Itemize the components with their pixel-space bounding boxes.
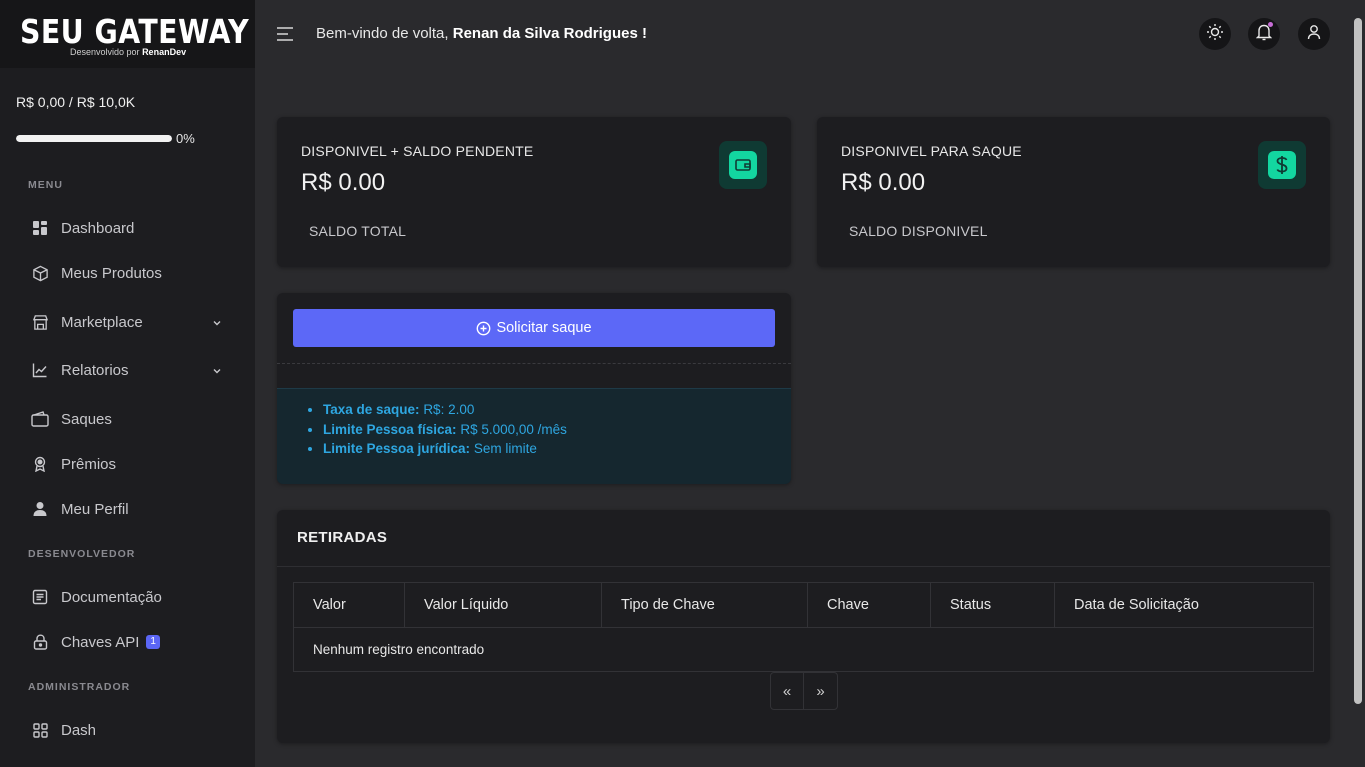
column-header[interactable]: Tipo de Chave	[602, 583, 808, 627]
section-label-desenvolvedor: DESENVOLVEDOR	[28, 548, 136, 560]
plus-circle-icon	[476, 321, 491, 336]
sidebar-item-label: Relatorios	[61, 361, 129, 379]
store-icon	[31, 313, 49, 331]
pagination-prev-button[interactable]: «	[771, 673, 804, 709]
sidebar-item-label: Meus Produtos	[61, 264, 162, 282]
column-header[interactable]: Chave	[808, 583, 931, 627]
info-item-individual-limit: Limite Pessoa física: R$ 5.000,00 /mês	[323, 421, 567, 439]
award-icon	[31, 455, 49, 473]
theme-toggle-button[interactable]	[1199, 18, 1231, 50]
sidebar-item-label: Documentação	[61, 588, 162, 606]
sidebar-item-label: Meu Perfil	[61, 500, 129, 518]
sidebar-item-dashboard[interactable]: Dashboard	[16, 211, 238, 245]
brand-subtitle: Desenvolvido por RenanDev	[70, 47, 187, 57]
sidebar-item-label: Marketplace	[61, 313, 143, 331]
brand-logo[interactable]: SEU GATEWAY Desenvolvido por RenanDev	[0, 0, 255, 68]
section-label-menu: MENU	[28, 179, 63, 191]
pagination: « »	[770, 672, 838, 710]
section-label-administrador: ADMINISTRADOR	[28, 681, 131, 693]
info-item-fee: Taxa de saque: R$: 2.00	[323, 401, 567, 419]
divider	[277, 363, 791, 364]
sidebar-item-label: Chaves API	[61, 633, 140, 651]
grid-icon	[31, 721, 49, 739]
sidebar-item-chaves-api[interactable]: Chaves API 1	[16, 625, 238, 659]
column-header[interactable]: Valor	[294, 583, 405, 627]
api-keys-count-badge: 1	[146, 635, 160, 649]
user-menu-button[interactable]	[1298, 18, 1330, 50]
total-balance-card: DISPONIVEL + SALDO PENDENTE R$ 0.00 SALD…	[277, 117, 791, 267]
column-header[interactable]: Status	[931, 583, 1055, 627]
dollar-icon	[1268, 151, 1296, 179]
card-title: DISPONIVEL + SALDO PENDENTE	[301, 143, 534, 159]
withdrawals-title: RETIRADAS	[297, 529, 388, 546]
sidebar-item-meu-perfil[interactable]: Meu Perfil	[16, 492, 238, 526]
withdrawals-table: Valor Valor Líquido Tipo de Chave Chave …	[293, 582, 1314, 672]
withdrawals-card: RETIRADAS Valor Valor Líquido Tipo de Ch…	[277, 510, 1330, 743]
sidebar-item-label: Prêmios	[61, 455, 117, 473]
column-header[interactable]: Valor Líquido	[405, 583, 602, 627]
sidebar-item-dash[interactable]: Dash	[16, 713, 238, 747]
dashboard-icon	[31, 219, 49, 237]
column-header[interactable]: Data de Solicitação	[1055, 583, 1313, 627]
chart-line-icon	[31, 361, 49, 379]
request-withdrawal-button[interactable]: Solicitar saque	[293, 309, 775, 347]
sidebar-item-relatorios[interactable]: Relatorios	[16, 353, 238, 387]
progress-fill	[16, 135, 172, 142]
chevron-down-icon	[212, 315, 222, 332]
card-icon-box	[719, 141, 767, 189]
progress-label: 0%	[176, 131, 195, 146]
available-balance-card: DISPONIVEL PARA SAQUE R$ 0.00 SALDO DISP…	[817, 117, 1330, 267]
button-label: Solicitar saque	[496, 320, 592, 336]
user-icon	[31, 500, 49, 518]
card-icon-box	[1258, 141, 1306, 189]
card-value: R$ 0.00	[841, 169, 926, 196]
lock-icon	[31, 633, 49, 651]
card-footer: SALDO DISPONIVEL	[849, 223, 988, 239]
sidebar-item-label: Dashboard	[61, 219, 135, 237]
empty-table-message: Nenhum registro encontrado	[313, 642, 485, 657]
wallet-icon	[729, 151, 757, 179]
sidebar-item-marketplace[interactable]: Marketplace	[16, 305, 238, 339]
table-header: Valor Valor Líquido Tipo de Chave Chave …	[294, 583, 1313, 628]
card-value: R$ 0.00	[301, 169, 386, 196]
sidebar-item-meus-produtos[interactable]: Meus Produtos	[16, 256, 238, 290]
card-title: DISPONIVEL PARA SAQUE	[841, 143, 1022, 159]
sidebar: SEU GATEWAY Desenvolvido por RenanDev R$…	[0, 0, 255, 767]
brand-name: SEU GATEWAY	[20, 12, 250, 51]
info-item-company-limit: Limite Pessoa jurídica: Sem limite	[323, 440, 567, 458]
menu-toggle-icon[interactable]	[276, 26, 294, 42]
card-footer: SALDO TOTAL	[309, 223, 407, 239]
sidebar-item-label: Saques	[61, 410, 112, 428]
chevron-down-icon	[212, 363, 222, 380]
sidebar-item-saques[interactable]: Saques	[16, 402, 238, 436]
balance-limit-text: R$ 0,00 / R$ 10,0K	[16, 94, 136, 110]
notification-indicator-dot	[1268, 22, 1273, 27]
withdrawal-info-list: Taxa de saque: R$: 2.00 Limite Pessoa fí…	[323, 401, 567, 460]
wallet-icon	[31, 410, 49, 428]
withdraw-card: Solicitar saque Taxa de saque: R$: 2.00 …	[277, 293, 791, 484]
box-icon	[31, 264, 49, 282]
sidebar-item-label: Dash	[61, 721, 97, 739]
welcome-message: Bem-vindo de volta, Renan da Silva Rodri…	[316, 25, 647, 42]
user-icon	[1307, 24, 1321, 45]
divider	[277, 566, 1330, 567]
balance-progress-bar	[16, 135, 172, 142]
sun-icon	[1206, 23, 1224, 46]
sidebar-item-premios[interactable]: Prêmios	[16, 447, 238, 481]
pagination-next-button[interactable]: »	[804, 673, 837, 709]
document-icon	[31, 588, 49, 606]
sidebar-item-documentacao[interactable]: Documentação	[16, 580, 238, 614]
page-scrollbar[interactable]	[1351, 0, 1365, 767]
scrollbar-thumb[interactable]	[1354, 18, 1362, 704]
withdrawal-info-box: Taxa de saque: R$: 2.00 Limite Pessoa fí…	[277, 388, 791, 484]
notifications-button[interactable]	[1248, 18, 1280, 50]
